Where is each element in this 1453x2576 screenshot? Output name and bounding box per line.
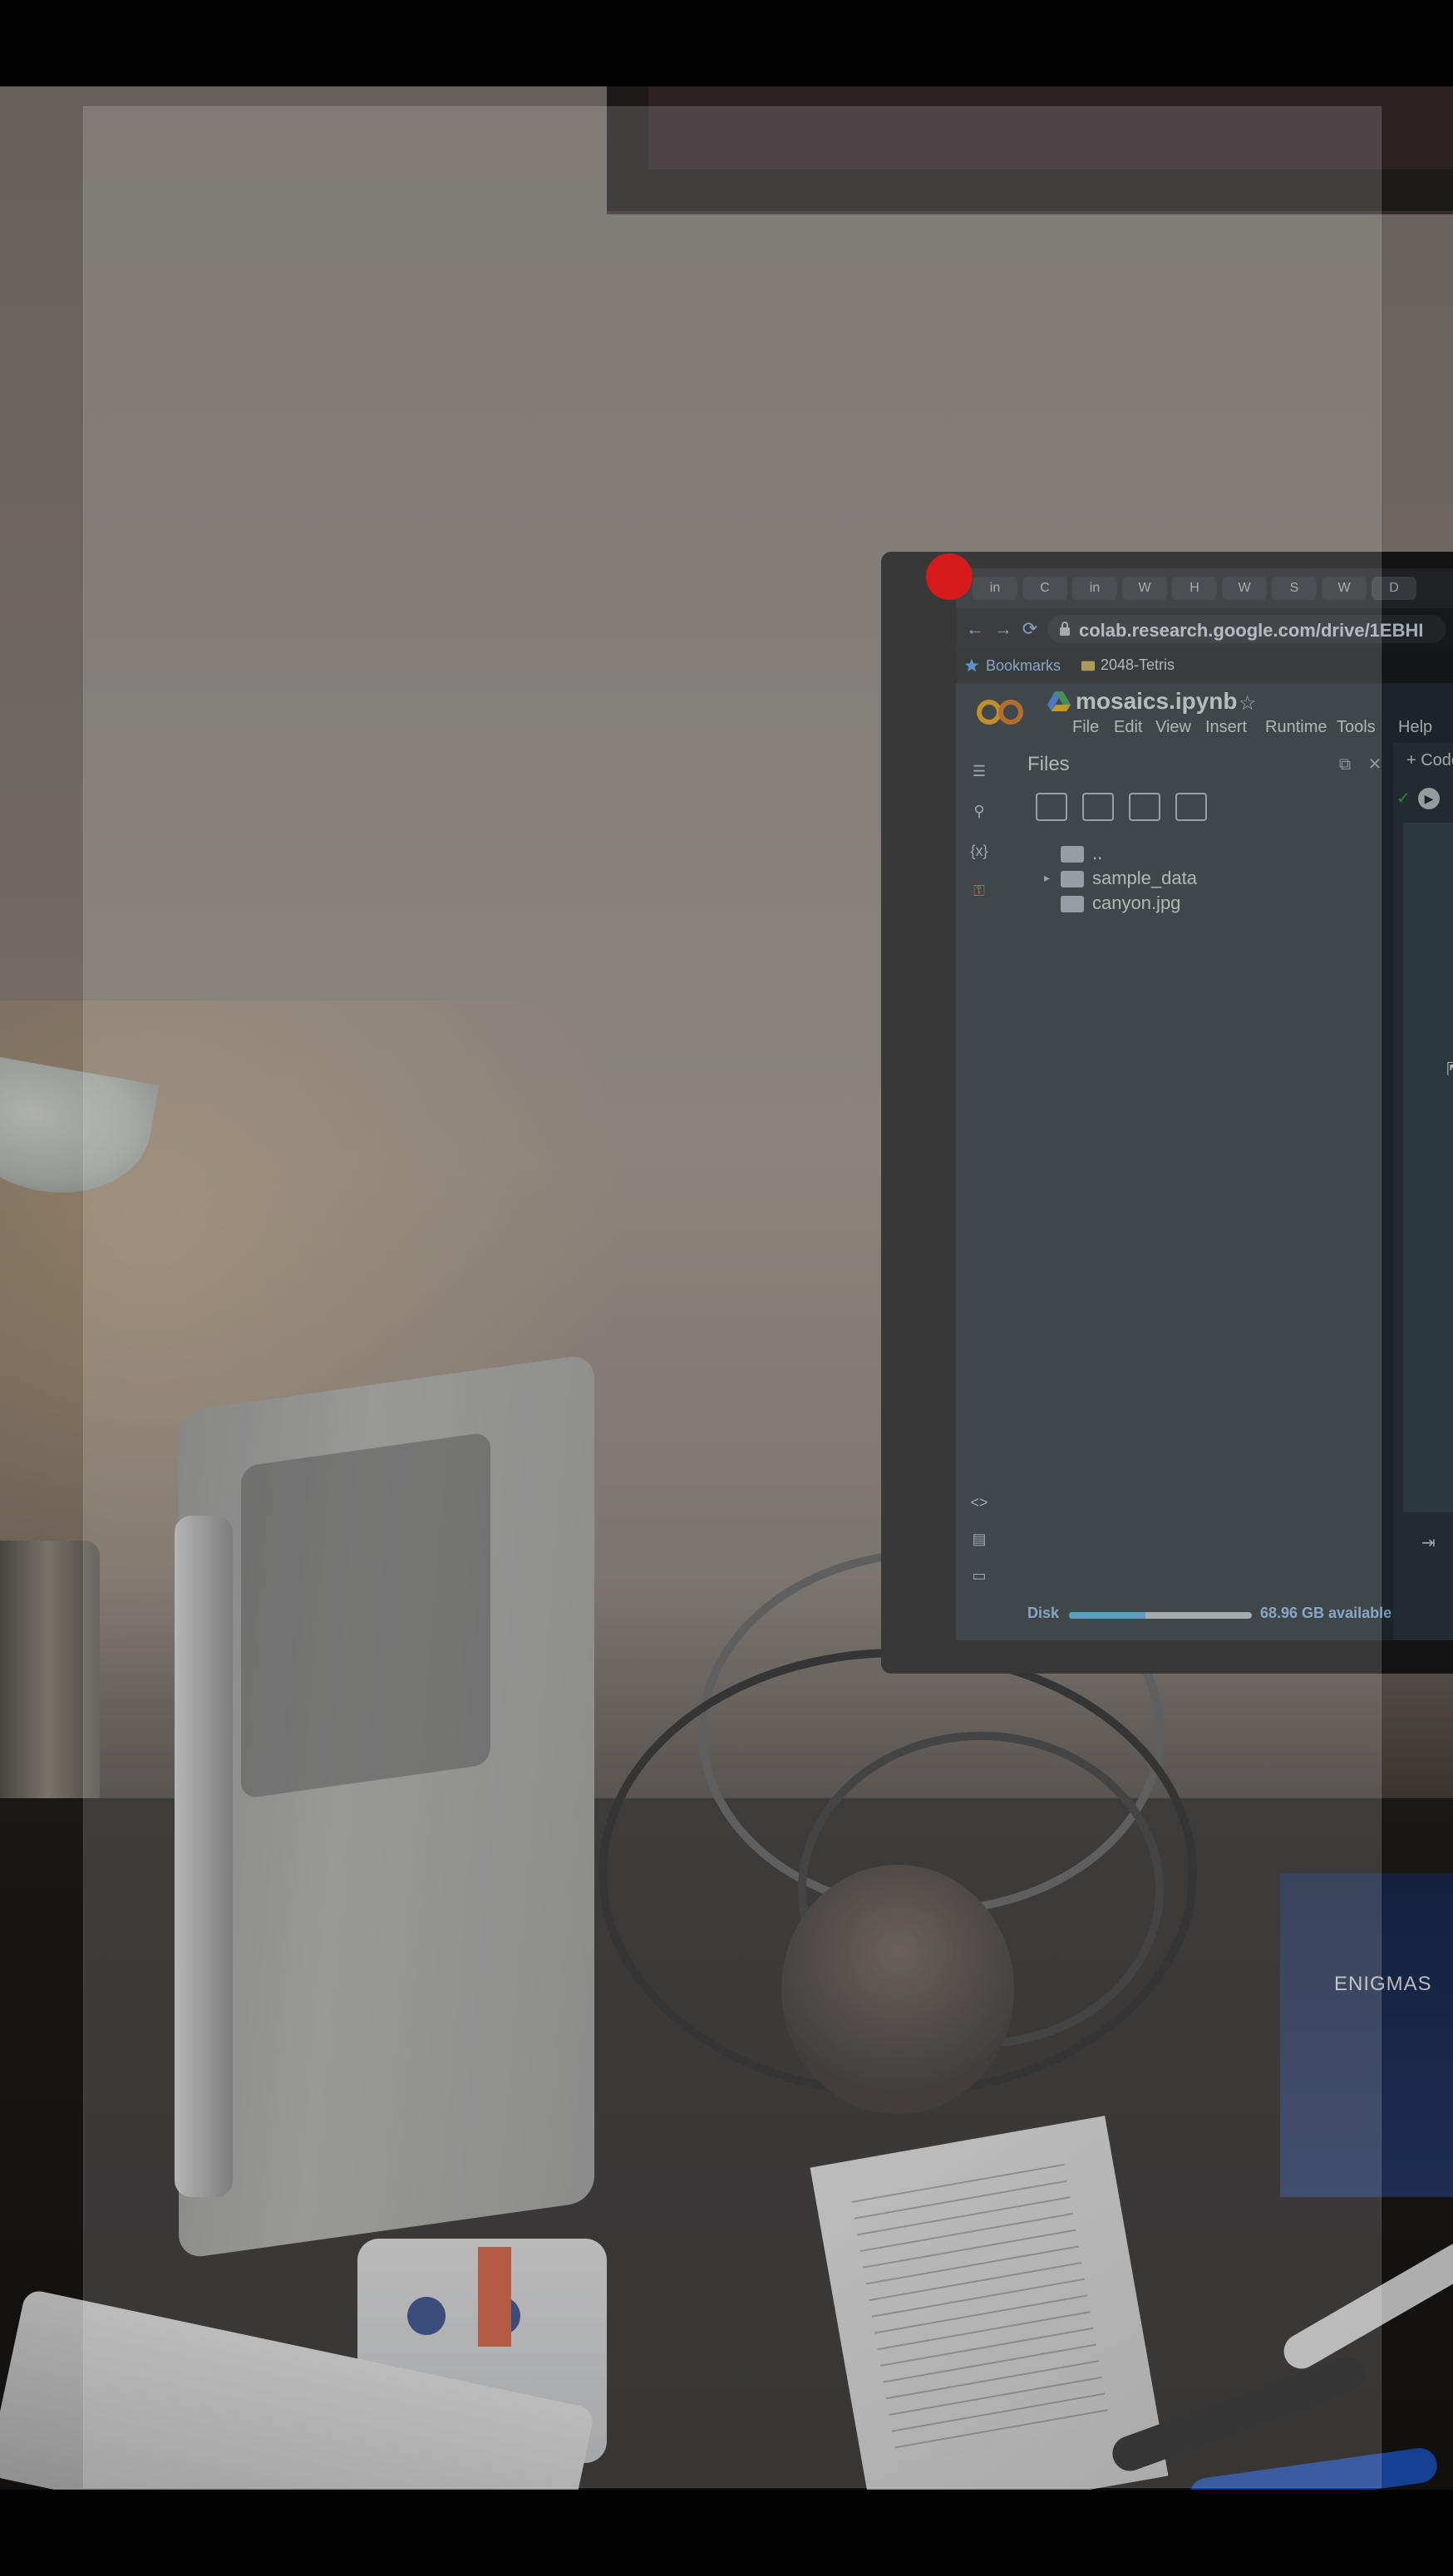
bottom-black-bar: [0, 2490, 1453, 2576]
tap-marker: [926, 553, 973, 600]
photo-viewer: ENIGMAS in C in W H W S W D ← → ⟳ colab.…: [0, 0, 1453, 2576]
selection-box[interactable]: [83, 106, 1382, 2488]
top-black-bar: [0, 0, 1453, 86]
